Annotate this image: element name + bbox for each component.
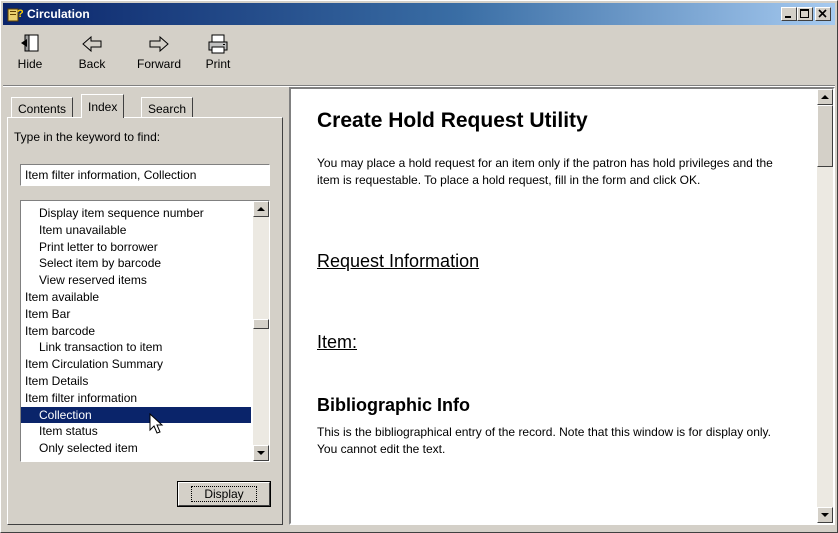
navigation-pane: Contents Index Search Type in the keywor… <box>7 91 283 525</box>
bibliographic-paragraph: This is the bibliographical entry of the… <box>317 425 771 456</box>
tab-search[interactable]: Search <box>141 97 194 117</box>
index-list[interactable]: Display item sequence number Item unavail… <box>20 200 270 462</box>
forward-button[interactable]: Forward <box>133 27 185 83</box>
index-list-item[interactable]: Print letter to borrower <box>21 239 251 256</box>
display-button-label: Display <box>191 486 257 502</box>
mouse-pointer-icon <box>149 413 164 434</box>
topic-scrollbar[interactable] <box>817 89 833 523</box>
window-title: Circulation <box>27 7 90 21</box>
back-label: Back <box>78 57 106 71</box>
svg-text:?: ? <box>17 8 23 20</box>
topic-scroll-up-button[interactable] <box>817 89 833 105</box>
tab-search-label: Search <box>148 102 187 116</box>
tab-index[interactable]: Index <box>81 94 125 118</box>
index-list-item[interactable]: Link transaction to item <box>21 339 251 356</box>
display-button[interactable]: Display <box>177 481 271 507</box>
scroll-up-button[interactable] <box>253 201 269 217</box>
topic-pane: Create Hold Request Utility You may plac… <box>289 87 835 525</box>
index-list-item[interactable]: Item available <box>21 289 251 306</box>
help-book-icon: ? <box>7 8 23 22</box>
back-button[interactable]: Back <box>69 27 115 83</box>
topic-scroll-down-button[interactable] <box>817 507 833 523</box>
index-list-item[interactable]: Only selected item <box>21 440 251 457</box>
toolbar: Hide Back Forward Print <box>3 27 835 85</box>
index-list-item[interactable]: Item Circulation Summary <box>21 356 251 373</box>
close-button[interactable] <box>815 7 831 21</box>
forward-arrow-icon <box>149 35 169 53</box>
forward-label: Forward <box>136 57 181 71</box>
index-list-scrollbar[interactable] <box>253 201 269 461</box>
tab-index-label: Index <box>88 100 118 114</box>
section-request-information: Request Information <box>317 251 480 271</box>
hide-label: Hide <box>17 57 43 71</box>
minimize-icon <box>785 16 791 18</box>
index-list-item[interactable]: Item Details <box>21 373 251 390</box>
index-list-item[interactable]: Item barcode <box>21 323 251 340</box>
section-bibliographic-info: Bibliographic Info <box>317 395 470 415</box>
maximize-icon <box>800 9 809 18</box>
topic-title: Create Hold Request Utility <box>317 109 588 132</box>
topic-scroll-thumb[interactable] <box>817 105 833 167</box>
back-arrow-icon <box>82 35 102 53</box>
scroll-up-arrow-icon <box>257 207 265 211</box>
maximize-button[interactable] <box>797 7 813 21</box>
hide-button[interactable]: Hide <box>7 27 53 83</box>
index-list-item[interactable]: Collection <box>21 406 251 424</box>
scroll-thumb[interactable] <box>253 319 269 329</box>
scroll-up-arrow-icon <box>821 95 829 99</box>
section-item: Item: <box>317 332 358 352</box>
tab-contents[interactable]: Contents <box>11 97 74 117</box>
close-icon <box>818 9 827 18</box>
index-list-item[interactable]: Item filter information <box>21 390 251 407</box>
print-label: Print <box>205 57 231 71</box>
hide-pane-icon <box>21 34 39 52</box>
intro-paragraph: You may place a hold request for an item… <box>317 156 773 187</box>
index-panel: Type in the keyword to find: Display ite… <box>7 117 283 525</box>
index-list-item[interactable]: Item Bar <box>21 306 251 323</box>
index-list-item[interactable]: Item unavailable <box>21 222 251 239</box>
index-list-item[interactable]: Item status <box>21 423 251 440</box>
minimize-button[interactable] <box>781 7 797 21</box>
scroll-down-arrow-icon <box>821 513 829 517</box>
index-list-item[interactable]: Select item by barcode <box>21 255 251 272</box>
scroll-down-button[interactable] <box>253 445 269 461</box>
keyword-input[interactable] <box>20 164 270 186</box>
index-list-item[interactable]: Display item sequence number <box>21 205 251 222</box>
title-bar[interactable]: ? Circulation <box>3 3 835 25</box>
index-list-items: Display item sequence number Item unavail… <box>21 205 251 457</box>
printer-icon <box>208 34 228 54</box>
print-button[interactable]: Print <box>195 27 241 83</box>
tab-contents-label: Contents <box>18 102 67 116</box>
topic-content: Create Hold Request Utility You may plac… <box>317 109 793 458</box>
index-list-item[interactable]: View reserved items <box>21 272 251 289</box>
help-window: ? Circulation Hide Back <box>0 0 838 533</box>
keyword-prompt: Type in the keyword to find: <box>14 130 161 144</box>
scroll-down-arrow-icon <box>257 451 265 455</box>
